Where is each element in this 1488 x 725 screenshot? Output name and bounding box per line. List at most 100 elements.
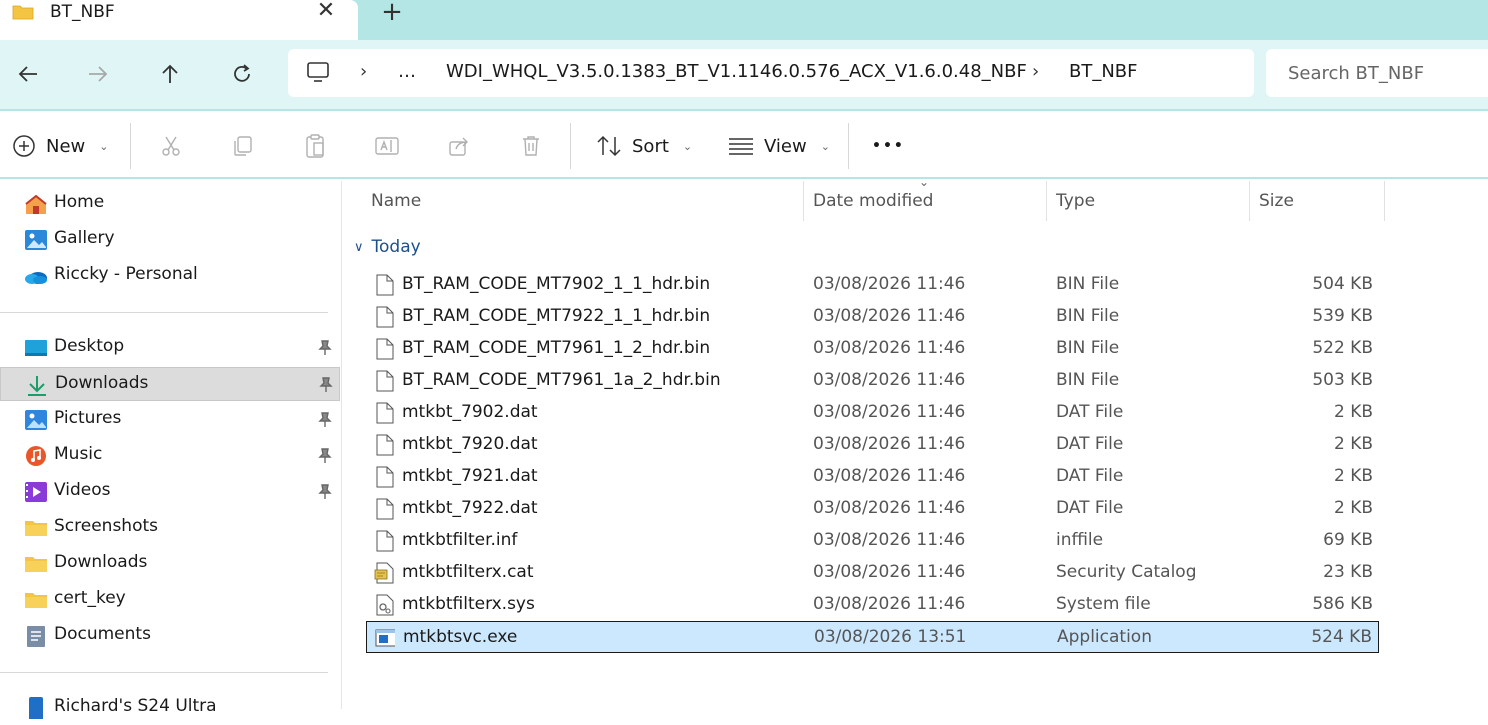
column-header-type[interactable]: Type [1056,191,1095,211]
arrow-right-icon [89,66,108,82]
file-row[interactable]: mtkbt_7902.dat 03/08/2026 11:46 DAT File 2 … [366,397,1379,429]
rename-button[interactable] [372,131,402,161]
file-name: mtkbtfilterx.cat [402,562,534,582]
new-button[interactable]: New ⌄ [12,129,108,163]
file-date-modified: 03/08/2026 11:46 [813,274,966,294]
sidebar-item-screenshots[interactable]: Screenshots [0,511,340,545]
share-icon [449,137,468,156]
search-box[interactable] [1266,49,1488,97]
column-header-size[interactable]: Size [1259,191,1294,211]
file-size: 504 KB [1312,274,1373,294]
pin-icon[interactable] [317,376,335,394]
breadcrumb-overflow[interactable]: … [398,61,416,82]
file-size: 23 KB [1323,562,1373,582]
column-header-date-modified[interactable]: Date modified [813,191,933,211]
sidebar-item-label: Screenshots [54,516,159,536]
sidebar-item-home[interactable]: Home [0,187,340,221]
pictures-icon [25,410,47,430]
column-divider[interactable] [1046,181,1047,221]
up-button[interactable] [150,56,190,92]
copy-button[interactable] [228,131,258,161]
sidebar-item-label: Richard's S24 Ultra [54,696,217,716]
group-header-today[interactable]: ∨ Today [354,237,421,257]
file-size: 2 KB [1333,466,1373,486]
refresh-button[interactable] [222,56,262,92]
file-name: mtkbt_7902.dat [402,402,538,422]
sidebar-item-riccky-personal[interactable]: Riccky - Personal [0,259,340,293]
sidebar-item-label: cert_key [54,588,126,608]
file-row[interactable]: BT_RAM_CODE_MT7902_1_1_hdr.bin 03/08/2026… [366,269,1379,301]
sort-button[interactable]: Sort ⌄ [596,129,692,163]
catalog-icon [374,562,394,584]
file-row[interactable]: BT_RAM_CODE_MT7961_1_2_hdr.bin 03/08/2026… [366,333,1379,365]
file-row[interactable]: mtkbt_7921.dat 03/08/2026 11:46 DAT File 2 … [366,461,1379,493]
file-row[interactable]: mtkbtfilterx.cat 03/08/2026 11:46 Security… [366,557,1379,589]
file-date-modified: 03/08/2026 11:46 [813,562,966,582]
close-tab-icon[interactable]: ✕ [314,0,338,23]
file-size: 539 KB [1312,306,1373,326]
sidebar-item-richard-s-s24-ultra[interactable]: Richard's S24 Ultra [0,691,340,725]
delete-button[interactable] [516,131,546,161]
file-row[interactable]: BT_RAM_CODE_MT7961_1a_2_hdr.bin 03/08/202… [366,365,1379,397]
file-size: 586 KB [1312,594,1373,614]
sidebar-item-videos[interactable]: Videos [0,475,340,509]
divider [0,312,328,313]
pin-icon[interactable] [316,483,334,501]
system-file-icon [376,594,394,616]
file-row[interactable]: mtkbtfilterx.sys 03/08/2026 11:46 System f… [366,589,1379,621]
file-type: BIN File [1056,338,1120,358]
sidebar-item-pictures[interactable]: Pictures [0,403,340,437]
more-icon: ••• [872,138,905,154]
search-input[interactable] [1288,60,1488,86]
view-button[interactable]: View ⌄ [728,129,830,163]
file-type: DAT File [1056,498,1124,518]
file-row[interactable]: mtkbt_7920.dat 03/08/2026 11:46 DAT File 2 … [366,429,1379,461]
file-type: BIN File [1056,306,1120,326]
file-row[interactable]: mtkbtfilter.inf 03/08/2026 11:46 inffile 69… [366,525,1379,557]
forward-button[interactable] [78,56,118,92]
pin-icon[interactable] [316,339,334,357]
documents-icon [27,626,45,647]
column-header-name[interactable]: Name [371,191,421,211]
arrow-left-icon [18,66,37,82]
breadcrumb-current-folder[interactable]: BT_NBF [1069,61,1138,82]
column-divider[interactable] [803,181,804,221]
file-row[interactable]: BT_RAM_CODE_MT7922_1_1_hdr.bin 03/08/2026… [366,301,1379,333]
paste-button[interactable] [300,131,330,161]
file-row[interactable]: mtkbtsvc.exe 03/08/2026 13:51 Application 5… [366,621,1379,653]
cut-button[interactable] [156,131,186,161]
new-label: New [46,135,86,157]
sidebar-item-label: Desktop [54,336,125,356]
view-list-icon [729,138,753,155]
videos-icon [25,482,47,502]
sidebar-item-downloads[interactable]: Downloads [0,367,340,401]
new-tab-button[interactable]: + [378,0,406,26]
tab-bt-nbf[interactable]: BT_NBF ✕ [0,0,358,40]
share-button[interactable] [444,131,474,161]
file-date-modified: 03/08/2026 11:46 [813,402,966,422]
divider [848,123,849,169]
tab-strip: BT_NBF ✕ + [0,0,1488,40]
file-size: 2 KB [1333,434,1373,454]
file-name: mtkbtfilterx.sys [402,594,535,614]
pin-icon[interactable] [316,411,334,429]
sidebar-item-gallery[interactable]: Gallery [0,223,340,257]
pin-icon[interactable] [316,447,334,465]
sidebar-item-music[interactable]: Music [0,439,340,473]
file-icon [376,498,394,520]
more-options-button[interactable]: ••• [872,129,905,163]
view-label: View [764,135,807,157]
computer-icon [307,62,329,82]
breadcrumb-parent-folder[interactable]: WDI_WHQL_V3.5.0.1383_BT_V1.1146.0.576_AC… [446,61,1027,82]
address-bar[interactable]: › … WDI_WHQL_V3.5.0.1383_BT_V1.1146.0.57… [288,49,1254,97]
arrow-up-icon [162,64,178,83]
file-row[interactable]: mtkbt_7922.dat 03/08/2026 11:46 DAT File 2 … [366,493,1379,525]
sidebar-item-documents[interactable]: Documents [0,619,340,653]
sidebar-item-label: Home [54,192,105,212]
sidebar-item-desktop[interactable]: Desktop [0,331,340,365]
column-divider[interactable] [1384,181,1385,221]
sidebar-item-downloads[interactable]: Downloads [0,547,340,581]
sidebar-item-cert-key[interactable]: cert_key [0,583,340,617]
column-divider[interactable] [1249,181,1250,221]
back-button[interactable] [8,56,48,92]
